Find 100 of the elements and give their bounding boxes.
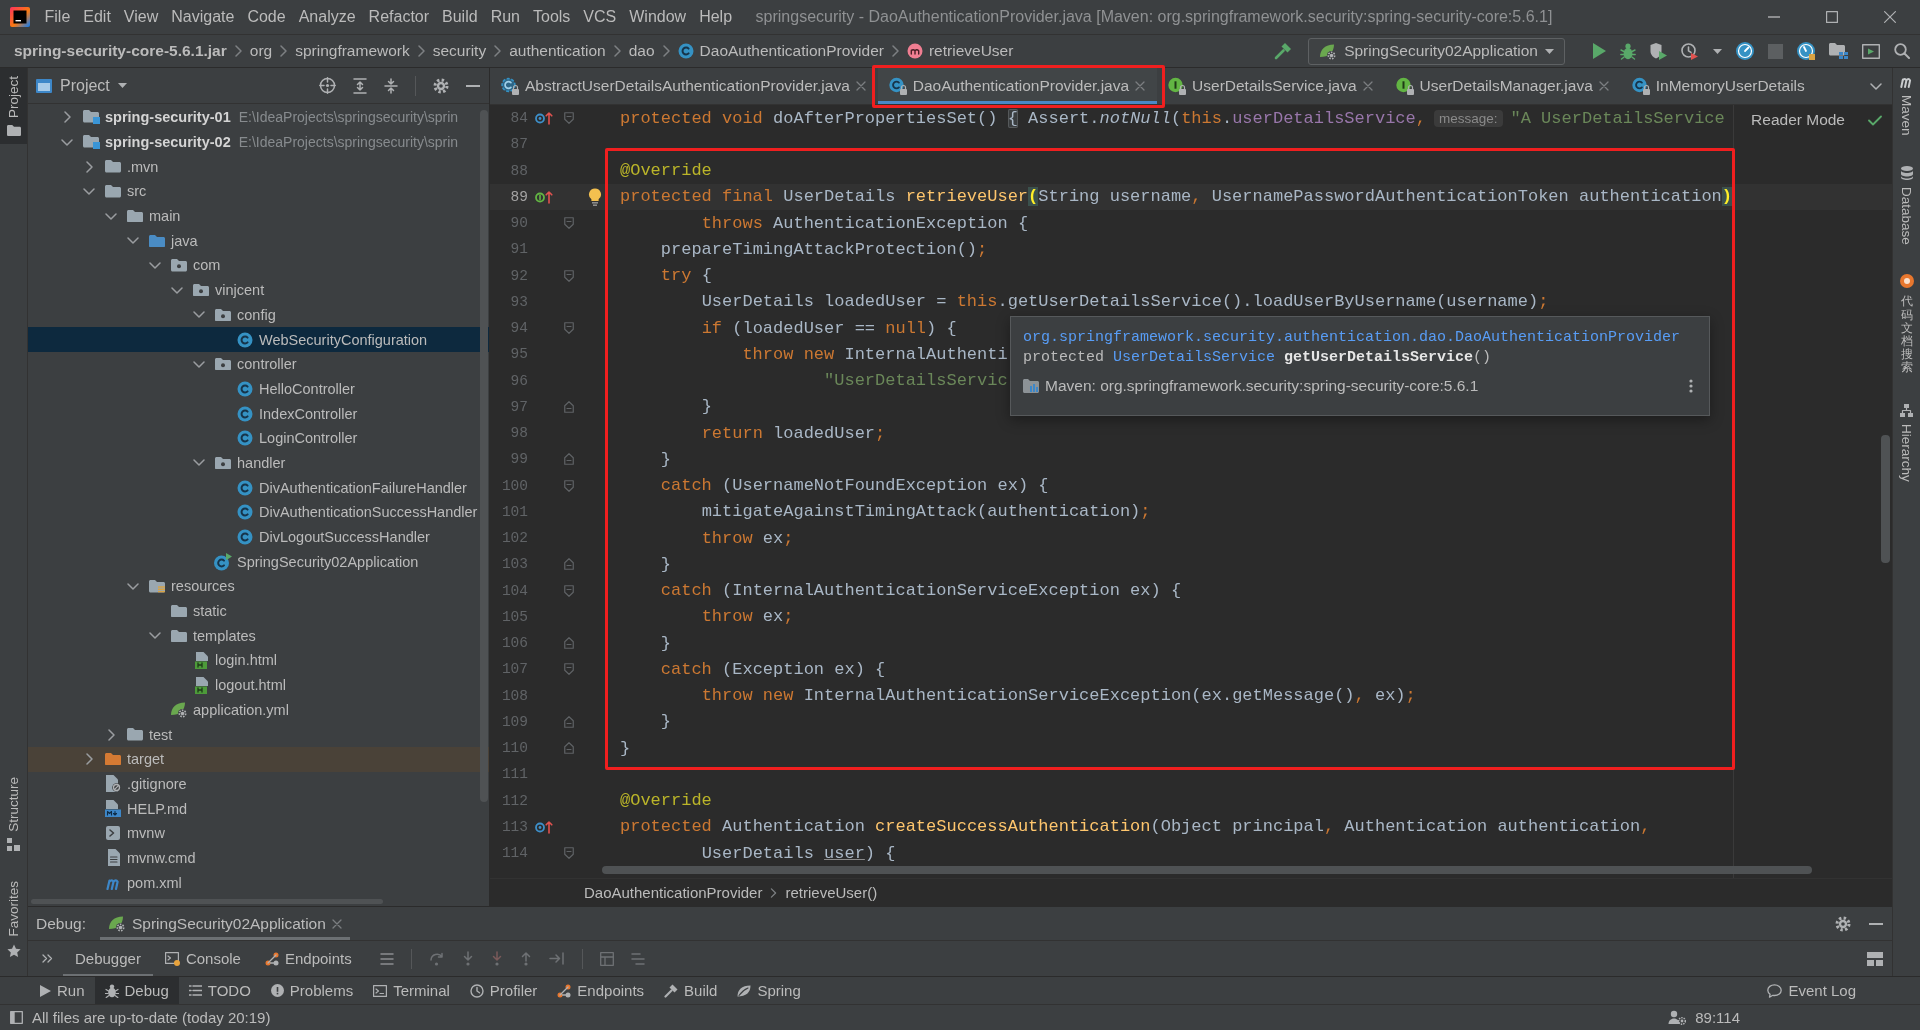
close-icon[interactable] (331, 918, 342, 929)
menu-item[interactable]: Window (622, 0, 693, 34)
gauge-icon[interactable] (1797, 42, 1815, 60)
circle-up-arrow-icon[interactable] (535, 111, 553, 126)
caret-icon[interactable] (1713, 48, 1722, 54)
caret-position[interactable]: 89:114 (1695, 1009, 1740, 1026)
fold-marker-icon[interactable] (564, 558, 574, 571)
editor-tab[interactable]: InMemoryUserDetails (1620, 68, 1817, 104)
editor-tab[interactable]: UserDetailsService.java (1157, 68, 1385, 104)
breadcrumb-item[interactable]: org (249, 42, 273, 60)
tree-item[interactable]: HelloController (28, 376, 489, 402)
circle-up-arrow-icon[interactable] (535, 819, 553, 834)
tree-item[interactable]: application.yml (28, 697, 489, 723)
clock-play-icon[interactable] (1681, 42, 1699, 60)
chevron-down-icon[interactable] (1870, 82, 1882, 90)
tree-item[interactable]: DivLogoutSuccessHandler (28, 524, 489, 550)
close-icon[interactable] (1598, 81, 1609, 91)
tree-item[interactable]: mvnw.cmd (28, 845, 489, 871)
tool-window-button[interactable]: Problems (260, 977, 364, 1004)
chevron-down-icon[interactable] (171, 286, 183, 294)
square-icon[interactable] (10, 1011, 23, 1024)
tool-window-button[interactable]: Structure (0, 768, 27, 860)
fold-marker-icon[interactable] (564, 453, 574, 466)
fold-marker-icon[interactable] (564, 112, 574, 125)
gear-person-icon[interactable] (1668, 1010, 1687, 1025)
close-icon[interactable] (855, 81, 866, 91)
run-configuration-select[interactable]: SpringSecurity02Application (1308, 37, 1565, 65)
tree-item[interactable]: templates (28, 623, 489, 649)
more-icon[interactable] (1689, 379, 1693, 393)
lightbulb-icon[interactable] (588, 187, 602, 206)
fold-marker-icon[interactable] (564, 637, 574, 650)
tree-item[interactable]: logout.html (28, 672, 489, 698)
menu-item[interactable]: View (117, 0, 165, 34)
menu-item[interactable]: VCS (576, 0, 623, 34)
tree-item[interactable]: IndexController (28, 401, 489, 426)
hammer-icon[interactable] (1274, 42, 1293, 60)
breadcrumb-item[interactable]: DaoAuthenticationProvider (677, 42, 884, 60)
tree-item[interactable]: pom.xml (28, 870, 489, 895)
check-icon[interactable] (1868, 115, 1882, 126)
layout-icon[interactable] (1867, 951, 1883, 966)
tool-window-button[interactable]: Debug (94, 977, 179, 1004)
menu-item[interactable]: Help (692, 0, 739, 34)
minimize-icon[interactable] (1869, 922, 1883, 925)
tool-window-button[interactable]: Favorites (0, 873, 27, 966)
fold-marker-icon[interactable] (564, 663, 574, 676)
tool-window-button[interactable]: TODO (178, 977, 261, 1004)
close-icon[interactable] (1135, 81, 1146, 91)
fold-marker-icon[interactable] (564, 742, 574, 755)
chevron-down-icon[interactable] (83, 187, 95, 195)
menu-item[interactable]: Edit (76, 0, 118, 34)
tool-window-button[interactable]: Endpoints (547, 977, 655, 1004)
reader-mode-toggle[interactable]: Reader Mode (1751, 111, 1845, 129)
project-view-select[interactable]: Project (36, 76, 127, 95)
tree-item[interactable]: login.html (28, 648, 489, 673)
session-tab[interactable]: SpringSecurity02Application (100, 907, 350, 940)
breadcrumb-item[interactable]: dao (628, 42, 655, 60)
menu-item[interactable]: Code (240, 0, 293, 34)
table-icon[interactable] (599, 951, 614, 966)
circle-up-arrow-icon[interactable] (535, 189, 553, 204)
menu-item[interactable]: Refactor (362, 0, 436, 34)
tree-item[interactable]: DivAuthenticationSuccessHandler (28, 500, 489, 525)
chevron-down-icon[interactable] (149, 261, 161, 269)
menu-item[interactable]: Navigate (164, 0, 241, 34)
tree-item[interactable]: resources (28, 574, 489, 599)
collapse-icon[interactable] (384, 77, 398, 94)
fold-marker-icon[interactable] (564, 715, 574, 728)
tree-item[interactable]: WebSecurityConfiguration (28, 327, 489, 352)
panel-tab[interactable]: Console (152, 941, 253, 976)
down-arrow-icon[interactable] (461, 951, 474, 966)
scrollbar-thumb[interactable] (602, 866, 1812, 874)
breadcrumb-item[interactable]: security (432, 42, 487, 60)
tool-window-button[interactable]: Project (0, 68, 27, 145)
tree-item[interactable]: main (28, 203, 489, 229)
maximize-icon[interactable] (1826, 11, 1838, 23)
chevron-right-icon[interactable] (63, 111, 71, 124)
tool-window-button[interactable]: Hierarchy (1893, 396, 1920, 491)
menu-item[interactable]: Tools (526, 0, 577, 34)
close-icon[interactable] (1884, 11, 1896, 23)
chevron-right-icon[interactable] (85, 753, 93, 766)
tree-item[interactable]: spring-security-02 E:\IdeaProjects\springsecurity\sprin (28, 129, 489, 155)
chevron-down-icon[interactable] (61, 138, 73, 146)
chevron-down-icon[interactable] (193, 360, 205, 368)
chevron-down-icon[interactable] (105, 212, 117, 220)
play-icon[interactable] (1593, 43, 1606, 59)
panel-tab[interactable]: Debugger (63, 941, 153, 976)
tree-item[interactable]: spring-security-01 E:\IdeaProjects\springsecurity\sprin (28, 105, 489, 130)
curved-arrow-icon[interactable] (428, 951, 445, 966)
tree-item[interactable]: HELP.md (28, 796, 489, 821)
tree-item[interactable]: mvnw (28, 820, 489, 846)
fold-marker-icon[interactable] (564, 322, 574, 335)
tool-window-button[interactable]: Run (30, 977, 95, 1004)
menu-item[interactable]: File (38, 0, 77, 34)
chevron-down-icon[interactable] (127, 582, 139, 590)
double-chevron-icon[interactable] (42, 954, 53, 963)
fold-marker-icon[interactable] (564, 847, 574, 860)
fold-marker-icon[interactable] (564, 479, 574, 492)
panel-tab[interactable]: Endpoints (252, 941, 364, 976)
tree-item[interactable]: DivAuthenticationFailureHandler (28, 475, 489, 500)
breadcrumb-item[interactable]: springframework (295, 42, 410, 60)
tree-item[interactable]: LoginController (28, 425, 489, 451)
